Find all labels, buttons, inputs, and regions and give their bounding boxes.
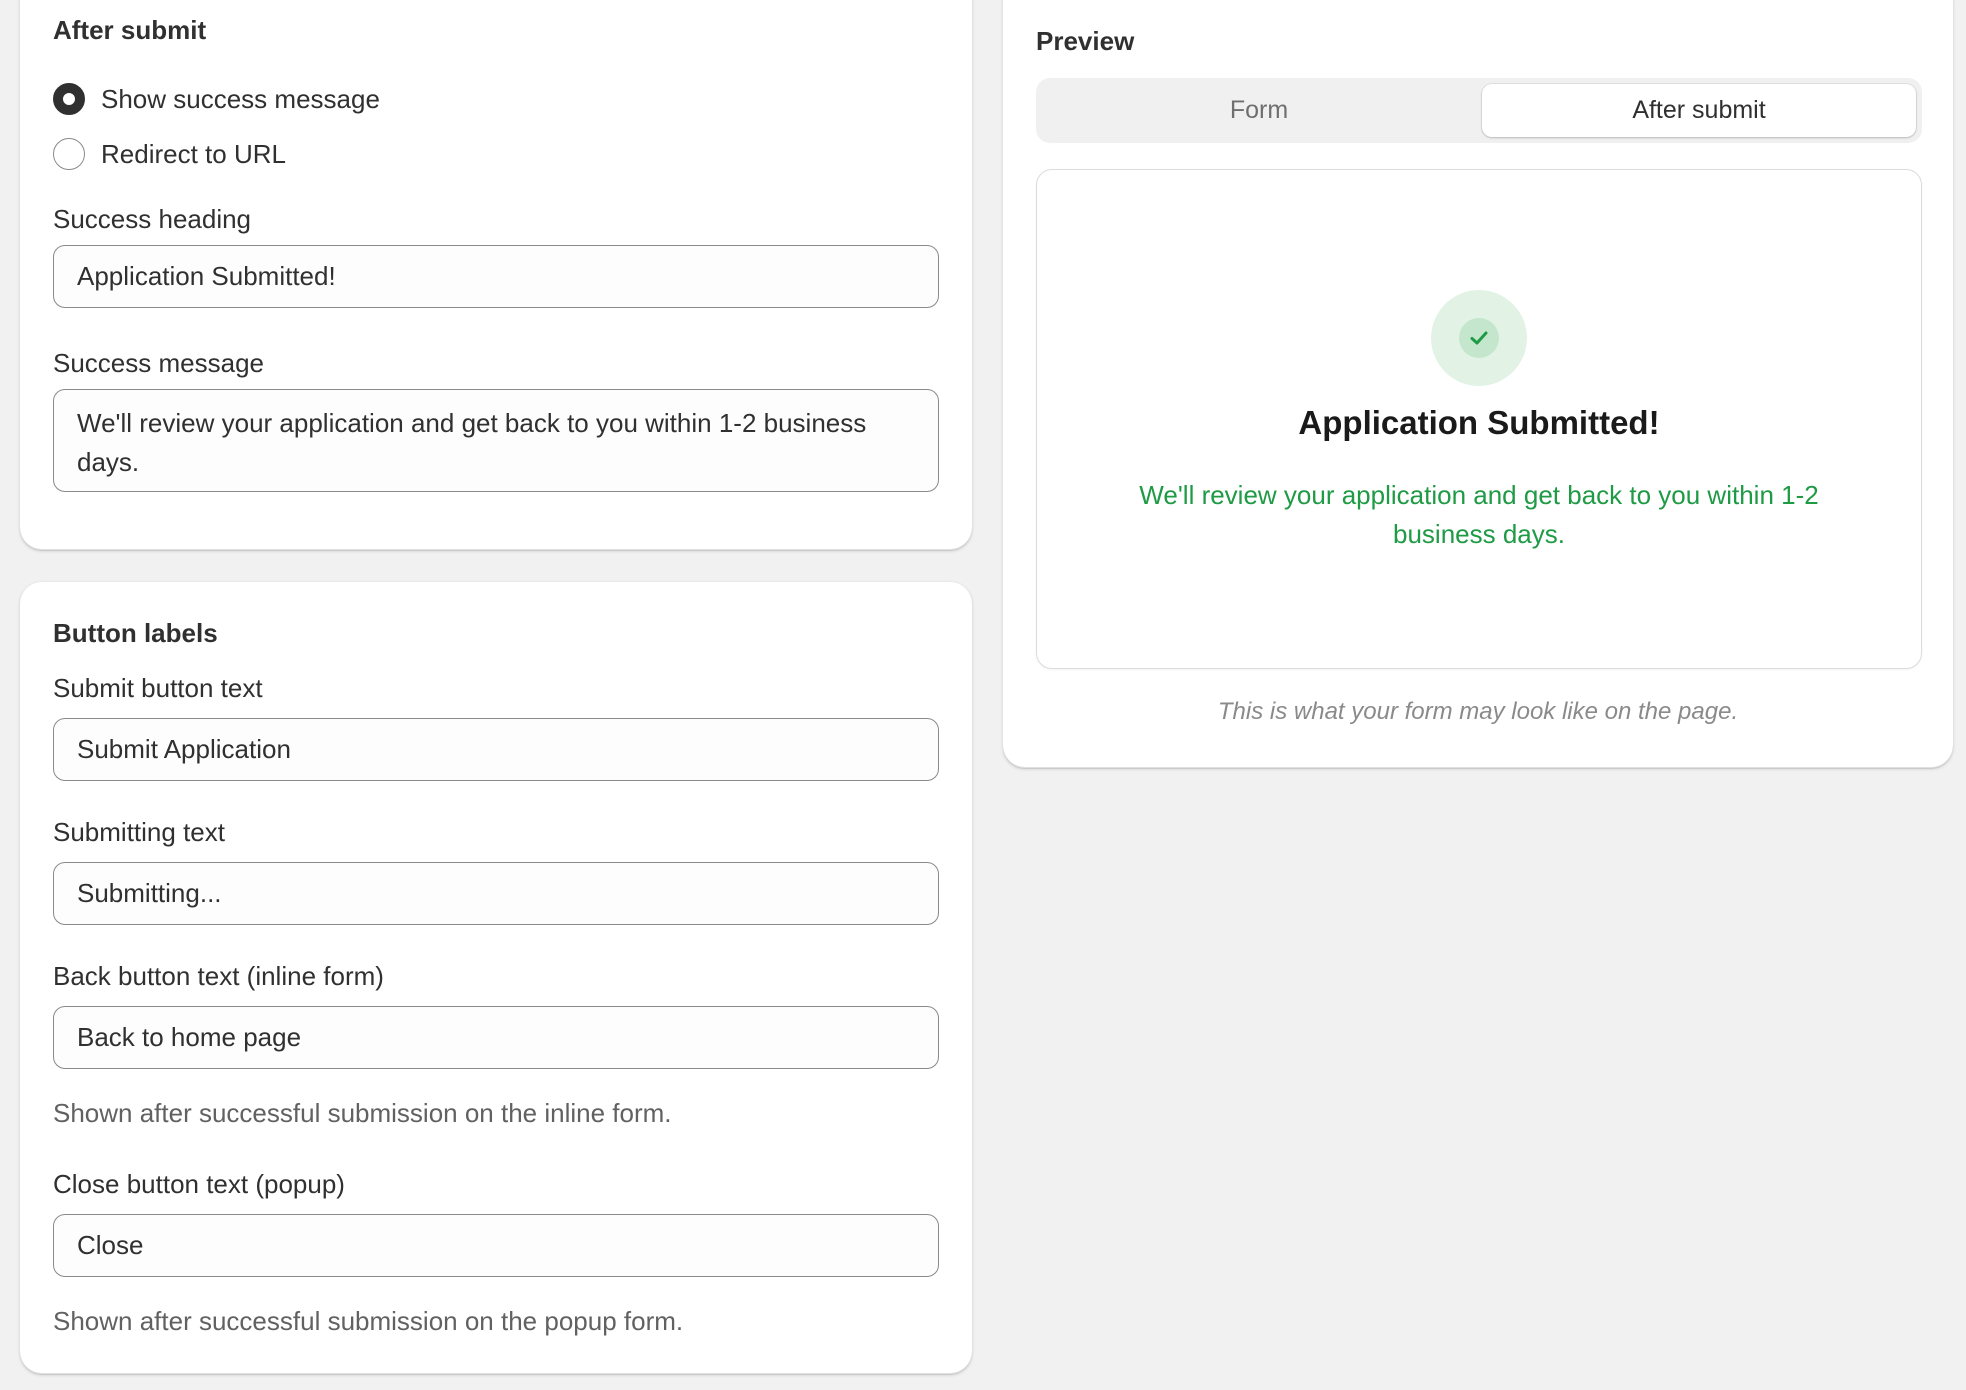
- close-button-text-value: Close: [77, 1230, 144, 1260]
- tab-after-submit[interactable]: After submit: [1482, 84, 1916, 137]
- preview-card: Preview Form After submit Application Su…: [1003, 0, 1953, 768]
- success-badge: [1431, 290, 1527, 386]
- radio-label-redirect: Redirect to URL: [101, 139, 286, 169]
- submit-button-text-value: Submit Application: [77, 734, 291, 764]
- check-circle-icon: [1459, 318, 1499, 358]
- preview-success-heading: Application Submitted!: [1298, 404, 1660, 441]
- submit-button-text-input[interactable]: Submit Application: [53, 718, 939, 781]
- submitting-text-label: Submitting text: [53, 817, 225, 847]
- preview-frame: Application Submitted! We'll review your…: [1036, 169, 1922, 669]
- radio-option-success[interactable]: Show success message: [53, 83, 453, 119]
- success-heading-input[interactable]: Application Submitted!: [53, 245, 939, 308]
- after-submit-title: After submit: [53, 15, 207, 45]
- submit-button-text-label: Submit button text: [53, 673, 263, 703]
- success-heading-value: Application Submitted!: [77, 261, 336, 291]
- close-button-text-label: Close button text (popup): [53, 1169, 345, 1199]
- preview-success-message: We'll review your application and get ba…: [1139, 480, 1819, 549]
- success-heading-label: Success heading: [53, 204, 252, 234]
- submitting-text-input[interactable]: Submitting...: [53, 862, 939, 925]
- success-message-value: We'll review your application and get ba…: [77, 408, 867, 477]
- submitting-text-value: Submitting...: [77, 878, 222, 908]
- close-button-text-input[interactable]: Close: [53, 1214, 939, 1277]
- radio-option-redirect[interactable]: Redirect to URL: [53, 138, 453, 174]
- back-button-help-text: Shown after successful submission on the…: [53, 1098, 672, 1128]
- button-labels-title: Button labels: [53, 618, 218, 648]
- radio-label-success: Show success message: [101, 84, 380, 114]
- close-button-help-text: Shown after successful submission on the…: [53, 1306, 684, 1336]
- after-submit-card: After submit Show success message Redire…: [20, 0, 972, 550]
- radio-unchecked-icon[interactable]: [53, 138, 85, 170]
- preview-mode-tabs: Form After submit: [1036, 78, 1922, 143]
- success-message-textarea[interactable]: We'll review your application and get ba…: [53, 389, 939, 492]
- radio-checked-icon[interactable]: [53, 83, 85, 115]
- back-button-text-label: Back button text (inline form): [53, 961, 384, 991]
- tab-form[interactable]: Form: [1042, 84, 1476, 137]
- button-labels-card: Button labels Submit button text Submit …: [20, 582, 972, 1374]
- back-button-text-value: Back to home page: [77, 1022, 302, 1052]
- success-message-label: Success message: [53, 348, 264, 378]
- preview-title: Preview: [1036, 26, 1135, 56]
- preview-caption: This is what your form may look like on …: [1217, 698, 1739, 725]
- back-button-text-input[interactable]: Back to home page: [53, 1006, 939, 1069]
